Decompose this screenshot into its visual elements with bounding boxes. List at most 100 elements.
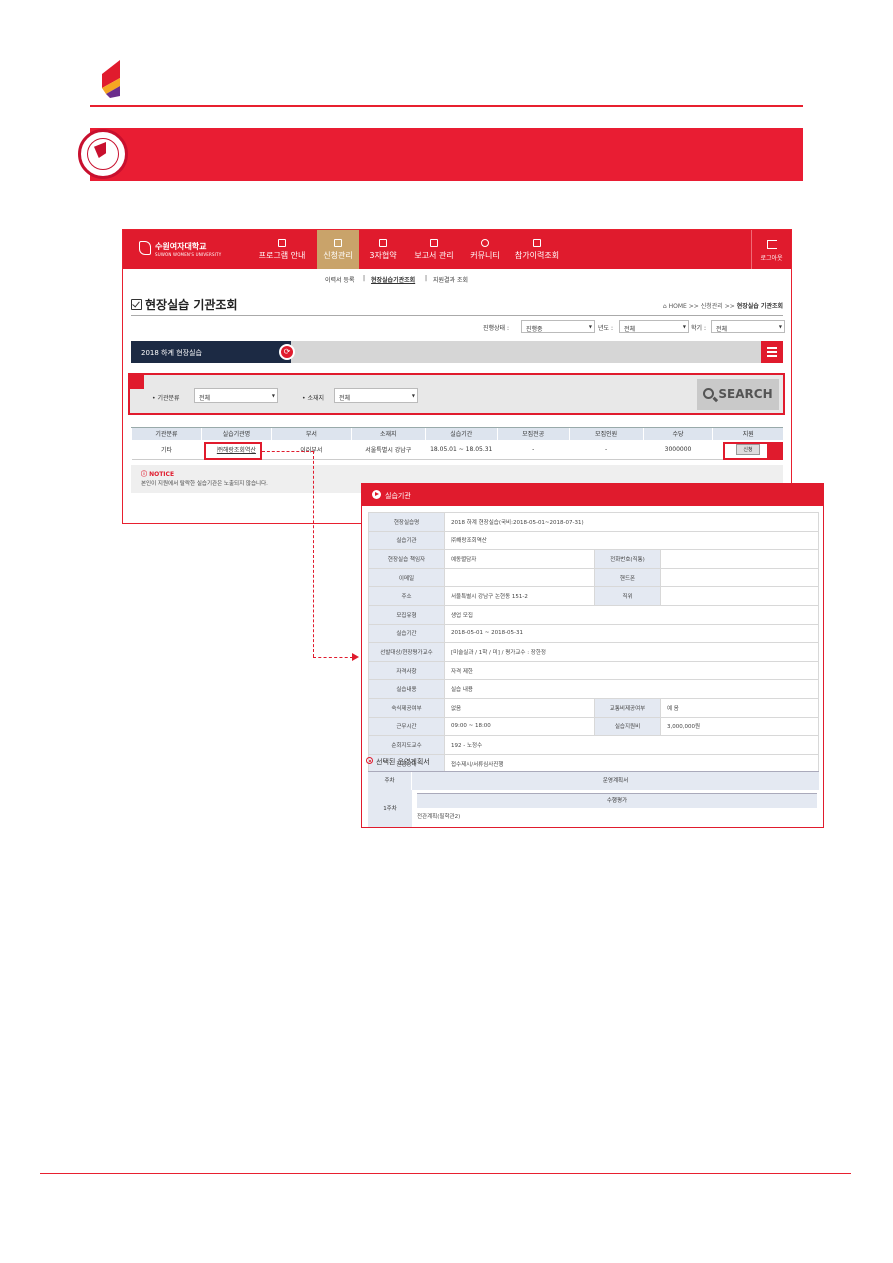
status-label: 진행상태 : [483, 325, 510, 332]
page-title: 현장실습 기관조회 [131, 296, 238, 313]
menu-label: 참가이력조회 [514, 251, 560, 260]
university-seal [78, 129, 128, 179]
detail-row: 자격사항 자격 제한 [368, 660, 819, 681]
status-select[interactable]: 진행중 [521, 320, 595, 333]
detail-row: 순회지도교수 192 - 노정수 [368, 735, 819, 755]
logout-button[interactable]: 로그아웃 [751, 230, 791, 269]
subnav-sep: | [363, 275, 366, 282]
subnav-institution-search[interactable]: 현장실습기관조회 [371, 275, 415, 284]
sub-nav: 이력서 등록 | 현장실습기관조회 | 지원결과 조회 [123, 270, 791, 286]
subnav-sep: | [425, 275, 428, 282]
menu-label: 신청관리 [323, 251, 353, 260]
subnav-resume[interactable]: 이력서 등록 [325, 275, 355, 284]
detail-row: 현장실습 책임자 예동렬담자 전화번호(직통) [368, 549, 819, 569]
university-emblem-icon [139, 241, 151, 255]
term-label: 학기 : [691, 325, 706, 332]
arrow-head-icon [352, 653, 359, 661]
breadcrumb: ⌂ HOME >> 신청관리 >> 현장실습 기관조회 [662, 303, 783, 310]
detail-row: 이메일 핸드폰 [368, 567, 819, 588]
detail-row: 모집유형 생업 모집 [368, 604, 819, 625]
detail-row: 실습내용 실습 내용 [368, 679, 819, 699]
col-header: 부서 [270, 427, 352, 440]
menu-program-info[interactable]: 프로그램 안내 [251, 230, 313, 269]
callout-arrow [313, 451, 314, 657]
year-label: 년도 : [598, 325, 613, 332]
year-select[interactable]: 전체 [619, 320, 689, 333]
plan-week: 1주차 [368, 790, 412, 827]
menu-label: 프로그램 안내 [258, 251, 306, 260]
table-header-row: 기관분류 실습기관명 부서 소재지 실습기간 모집전공 모집인원 수당 지원 [131, 427, 783, 440]
col-header: 실습기간 [424, 427, 498, 440]
document-banner [90, 128, 803, 181]
community-icon [481, 239, 489, 247]
document-icon [278, 239, 286, 247]
category-select[interactable]: 전체 [194, 388, 278, 403]
category-label: • 기관분류 [152, 395, 180, 402]
plan-value: 전관계획(필학관2) [417, 814, 461, 820]
detail-table: 현장실습명 2018 하계 현장실습(국비:2018-05-01~2018-07-… [368, 512, 819, 774]
location-select[interactable]: 전체 [334, 388, 418, 403]
callout-arrow [313, 657, 353, 658]
term-select[interactable]: 전체 [711, 320, 785, 333]
menu-agreement[interactable]: 3자협약 [363, 230, 403, 269]
app-screenshot: 수원여자대학교 SUWON WOMEN'S UNIVERSITY 프로그램 안내… [122, 229, 792, 524]
brand-sub: SUWON WOMEN'S UNIVERSITY [155, 252, 222, 257]
checkbox-icon [131, 299, 142, 310]
notice-text: 본인이 지원에서 탈락한 실습기관은 노출되지 않습니다. [141, 481, 268, 487]
plan-section-title: 선택된 운영계획서 [366, 757, 430, 767]
col-header: 지원 [712, 427, 783, 440]
menu-label: 보고서 관리 [414, 251, 454, 260]
pen-icon [379, 239, 387, 247]
logout-label: 로그아웃 [760, 255, 783, 262]
hamburger-menu-icon[interactable] [761, 341, 783, 363]
menu-report[interactable]: 보고서 관리 [407, 230, 461, 269]
search-panel: • 기관분류 전체 • 소재지 전체 SEARCH [128, 373, 785, 415]
plan-header: 운영계획서 [602, 778, 629, 784]
detail-row: 현장실습명 2018 하계 현장실습(국비:2018-05-01~2018-07-… [368, 512, 819, 532]
logout-icon [766, 240, 777, 249]
cell-period: 18.05.01 ~ 18.05.31 [425, 439, 498, 460]
menu-label: 커뮤니티 [470, 251, 500, 260]
edit-icon [334, 239, 342, 247]
detail-row: 숙식제공여부 없음 교통비제공여부 예 음 [368, 697, 819, 718]
radio-dot-icon [366, 757, 373, 764]
cell-category: 기타 [131, 439, 202, 460]
cell-major: - [497, 439, 570, 460]
detail-header: 실습기관 [362, 484, 823, 506]
callout-arrow [262, 451, 314, 452]
play-icon [372, 490, 381, 499]
breadcrumb-mid[interactable]: 신청관리 [701, 303, 723, 310]
semester-label: 2018 하계 현장실습 [131, 341, 291, 363]
search-button[interactable]: SEARCH [697, 379, 779, 410]
highlight-corner [128, 373, 144, 389]
document-top-rule [90, 105, 803, 107]
cell-allowance: 3000000 [643, 439, 713, 460]
notice-title: ⓘ NOTICE [141, 471, 175, 478]
folder-icon [430, 239, 438, 247]
breadcrumb-home[interactable]: HOME [669, 303, 687, 310]
search-icon [703, 388, 715, 399]
publisher-logo [102, 60, 120, 98]
top-nav: 수원여자대학교 SUWON WOMEN'S UNIVERSITY 프로그램 안내… [123, 230, 791, 269]
detail-row: 근무시간 09:00 ~ 18:00 실습지원비 3,000,000원 [368, 716, 819, 737]
menu-label: 3자협약 [369, 251, 397, 260]
history-icon [533, 239, 541, 247]
cell-location: 서울특별시 강남구 [351, 439, 426, 460]
refresh-icon[interactable]: ⟳ [279, 344, 295, 360]
title-divider [131, 315, 783, 316]
menu-history[interactable]: 참가이력조회 [509, 230, 565, 269]
detail-row: 선발대상/현장평가교수 [미술실과 / 1학 / 미] / 평가교수 : 장한정 [368, 642, 819, 662]
menu-community[interactable]: 커뮤니티 [465, 230, 505, 269]
col-header: 모집전공 [496, 427, 570, 440]
col-header: 기관분류 [131, 427, 202, 440]
cell-department: 이러부서 [271, 439, 352, 460]
breadcrumb-current: 현장실습 기관조회 [736, 303, 783, 310]
subnav-results[interactable]: 지원결과 조회 [433, 275, 468, 284]
document-bottom-rule [40, 1173, 851, 1174]
plan-header-row: 주차 운영계획서 [368, 771, 819, 791]
plan-week-header: 주차 [368, 772, 412, 791]
col-header: 실습기관명 [200, 427, 272, 440]
highlight-apply-corner [767, 442, 783, 460]
menu-application[interactable]: 신청관리 [317, 230, 359, 269]
plan-sub-header: 수행평가 [417, 793, 817, 808]
